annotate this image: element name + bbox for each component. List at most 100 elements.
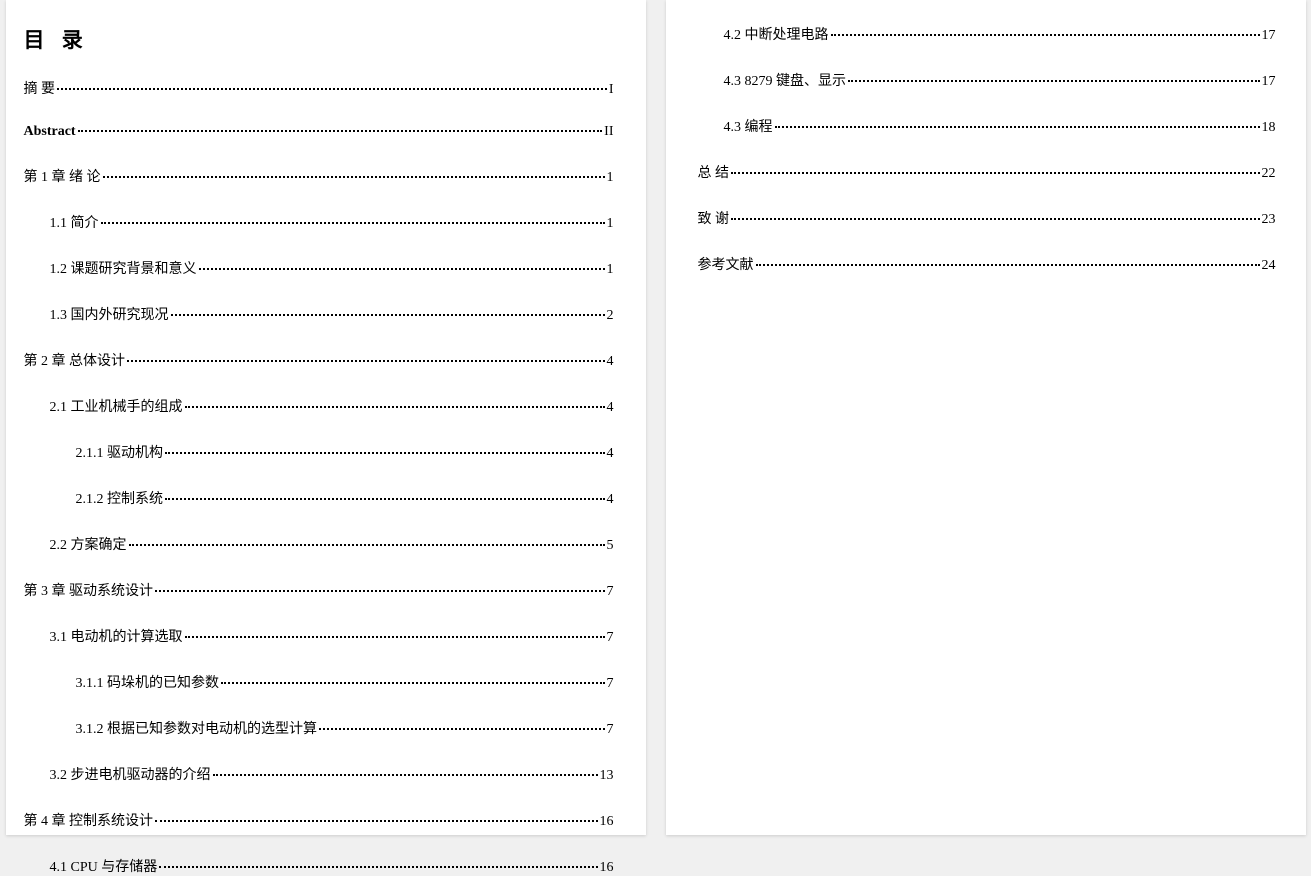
toc-entry-page: 16 bbox=[600, 860, 614, 876]
toc-entry-page: 18 bbox=[1262, 120, 1276, 136]
toc-dots bbox=[731, 218, 1260, 220]
page-left: 目 录 摘 要IAbstractII第 1 章 绪 论11.1 简介11.2 课… bbox=[6, 0, 646, 835]
toc-entry-label: 4.2 中断处理电路 bbox=[724, 24, 829, 44]
toc-entry-page: 1 bbox=[607, 170, 614, 186]
toc-entry: 1.3 国内外研究现况 2 bbox=[24, 304, 614, 324]
toc-entry: 3.2 步进电机驱动器的介绍 13 bbox=[24, 764, 614, 784]
toc-entry: 1.2 课题研究背景和意义 1 bbox=[24, 258, 614, 278]
toc-dots bbox=[159, 866, 597, 868]
toc-dots bbox=[213, 774, 598, 776]
toc-entry-page: 1 bbox=[607, 262, 614, 278]
toc-entry-label: 2.1 工业机械手的组成 bbox=[50, 396, 183, 416]
toc-entry-page: 4 bbox=[607, 400, 614, 416]
toc-entry: 4.2 中断处理电路 17 bbox=[698, 24, 1276, 44]
toc-entry-page: 24 bbox=[1262, 258, 1276, 274]
toc-dots bbox=[78, 130, 603, 132]
toc-entry: 4.3 8279 键盘、显示 17 bbox=[698, 70, 1276, 90]
page-right: 4.2 中断处理电路 17 4.3 8279 键盘、显示 17 4.3 编程 18 总 结 2… bbox=[666, 0, 1306, 835]
toc-entry: Abstract II bbox=[24, 124, 614, 140]
toc-dots bbox=[848, 80, 1260, 82]
toc-dots bbox=[155, 820, 598, 822]
toc-entry: 2.2 方案确定 5 bbox=[24, 534, 614, 554]
toc-dots bbox=[101, 222, 605, 224]
toc-entry-label: 第 2 章 总体设计 bbox=[24, 350, 126, 370]
toc-entry-label: 第 3 章 驱动系统设计 bbox=[24, 580, 154, 600]
toc-dots bbox=[185, 636, 605, 638]
toc-entry: 3.1 电动机的计算选取 7 bbox=[24, 626, 614, 646]
toc-dots bbox=[155, 590, 605, 592]
toc-entry-page: 4 bbox=[607, 492, 614, 508]
toc-dots bbox=[221, 682, 605, 684]
toc-dots bbox=[57, 88, 607, 90]
toc-entry-label: 2.1.1 驱动机构 bbox=[76, 442, 164, 462]
toc-dots bbox=[165, 498, 605, 500]
toc-entry-page: 22 bbox=[1262, 166, 1276, 182]
toc-entry-page: I bbox=[609, 82, 614, 98]
toc-entry: 4.1 CPU 与存储器 16 bbox=[24, 856, 614, 876]
toc-dots bbox=[129, 544, 605, 546]
toc-dots bbox=[103, 176, 605, 178]
toc-dots bbox=[199, 268, 605, 270]
toc-entry-label: 致 谢 bbox=[698, 208, 730, 228]
toc-dots bbox=[127, 360, 605, 362]
toc-entry-label: 3.2 步进电机驱动器的介绍 bbox=[50, 764, 211, 784]
toc-entry-page: 7 bbox=[607, 676, 614, 692]
toc-entry-page: 17 bbox=[1262, 74, 1276, 90]
toc-entry: 第 1 章 绪 论 1 bbox=[24, 166, 614, 186]
toc-entry: 参考文献 24 bbox=[698, 254, 1276, 274]
toc-entry: 4.3 编程 18 bbox=[698, 116, 1276, 136]
toc-entry: 致 谢 23 bbox=[698, 208, 1276, 228]
toc-dots bbox=[756, 264, 1260, 266]
toc-entry-label: 1.1 简介 bbox=[50, 212, 99, 232]
toc-entry-page: 7 bbox=[607, 630, 614, 646]
toc-entry: 第 4 章 控制系统设计 16 bbox=[24, 810, 614, 830]
toc-entry: 2.1 工业机械手的组成 4 bbox=[24, 396, 614, 416]
toc-entry-page: 23 bbox=[1262, 212, 1276, 228]
toc-entry-label: 4.3 8279 键盘、显示 bbox=[724, 70, 847, 90]
toc-entry-page: 7 bbox=[607, 584, 614, 600]
toc-entry-label: 第 4 章 控制系统设计 bbox=[24, 810, 154, 830]
toc-entry-label: 1.3 国内外研究现况 bbox=[50, 304, 169, 324]
toc-entry-page: 17 bbox=[1262, 28, 1276, 44]
toc-entry: 总 结 22 bbox=[698, 162, 1276, 182]
toc-title: 目 录 bbox=[24, 24, 614, 54]
toc-entry-label: 4.3 编程 bbox=[724, 116, 773, 136]
toc-entry-label: Abstract bbox=[24, 124, 76, 140]
toc-entry-label: 3.1 电动机的计算选取 bbox=[50, 626, 183, 646]
toc-entry-label: 摘 要 bbox=[24, 78, 56, 98]
toc-entry-label: 2.1.2 控制系统 bbox=[76, 488, 164, 508]
toc-entry-label: 1.2 课题研究背景和意义 bbox=[50, 258, 197, 278]
toc-entry-page: 4 bbox=[607, 446, 614, 462]
toc-dots bbox=[831, 34, 1260, 36]
toc-entry-page: 1 bbox=[607, 216, 614, 232]
toc-entry: 3.1.2 根据已知参数对电动机的选型计算7 bbox=[24, 718, 614, 738]
toc-entry-page: 4 bbox=[607, 354, 614, 370]
toc-entry: 1.1 简介 1 bbox=[24, 212, 614, 232]
toc-entry-label: 3.1.1 码垛机的已知参数 bbox=[76, 672, 220, 692]
toc-entry-page: II bbox=[604, 124, 613, 140]
toc-entry-label: 第 1 章 绪 论 bbox=[24, 166, 101, 186]
toc-entry: 3.1.1 码垛机的已知参数 7 bbox=[24, 672, 614, 692]
toc-entry: 2.1.2 控制系统 4 bbox=[24, 488, 614, 508]
toc-entry-page: 13 bbox=[600, 768, 614, 784]
toc-entry-page: 5 bbox=[607, 538, 614, 554]
toc-entries-left: 摘 要IAbstractII第 1 章 绪 论11.1 简介11.2 课题研究背… bbox=[24, 78, 614, 876]
toc-entry-page: 16 bbox=[600, 814, 614, 830]
toc-entry: 第 3 章 驱动系统设计 7 bbox=[24, 580, 614, 600]
toc-entry: 第 2 章 总体设计 4 bbox=[24, 350, 614, 370]
toc-dots bbox=[185, 406, 605, 408]
toc-entry: 摘 要I bbox=[24, 78, 614, 98]
toc-entry-label: 总 结 bbox=[698, 162, 730, 182]
toc-entry-label: 4.1 CPU 与存储器 bbox=[50, 856, 158, 876]
toc-entry-label: 参考文献 bbox=[698, 254, 754, 274]
toc-entry: 2.1.1 驱动机构 4 bbox=[24, 442, 614, 462]
toc-dots bbox=[171, 314, 605, 316]
toc-entries-right: 4.2 中断处理电路 17 4.3 8279 键盘、显示 17 4.3 编程 18 总 结 2… bbox=[698, 24, 1276, 274]
toc-dots bbox=[319, 728, 605, 730]
toc-entry-page: 2 bbox=[607, 308, 614, 324]
toc-dots bbox=[775, 126, 1260, 128]
toc-dots bbox=[731, 172, 1260, 174]
toc-dots bbox=[165, 452, 605, 454]
toc-entry-label: 2.2 方案确定 bbox=[50, 534, 127, 554]
toc-entry-label: 3.1.2 根据已知参数对电动机的选型计算 bbox=[76, 718, 318, 738]
